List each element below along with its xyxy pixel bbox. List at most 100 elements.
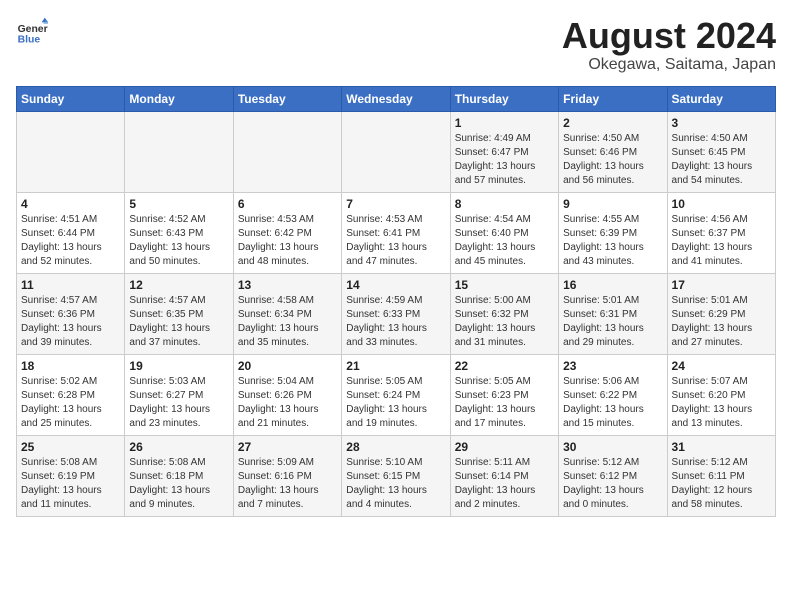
day-content: Sunrise: 5:03 AM Sunset: 6:27 PM Dayligh… — [129, 375, 228, 431]
day-content: Sunrise: 5:05 AM Sunset: 6:23 PM Dayligh… — [455, 375, 554, 431]
day-content: Sunrise: 5:05 AM Sunset: 6:24 PM Dayligh… — [346, 375, 445, 431]
day-content: Sunrise: 5:06 AM Sunset: 6:22 PM Dayligh… — [563, 375, 662, 431]
day-content: Sunrise: 4:55 AM Sunset: 6:39 PM Dayligh… — [563, 213, 662, 269]
calendar-cell: 3 Sunrise: 4:50 AM Sunset: 6:45 PM Daylig… — [667, 111, 775, 192]
day-number: 1 — [455, 116, 554, 130]
calendar-cell: 27 Sunrise: 5:09 AM Sunset: 6:16 PM Dayli… — [233, 435, 341, 516]
day-content: Sunrise: 5:08 AM Sunset: 6:18 PM Dayligh… — [129, 456, 228, 512]
location: Okegawa, Saitama, Japan — [562, 56, 776, 74]
day-content: Sunrise: 4:54 AM Sunset: 6:40 PM Dayligh… — [455, 213, 554, 269]
svg-text:General: General — [18, 24, 48, 35]
calendar-cell — [17, 111, 125, 192]
days-header-row: SundayMondayTuesdayWednesdayThursdayFrid… — [17, 86, 776, 111]
day-number: 12 — [129, 278, 228, 292]
day-number: 17 — [672, 278, 771, 292]
page-header: General Blue August 2024 Okegawa, Saitam… — [16, 16, 776, 74]
day-number: 23 — [563, 359, 662, 373]
day-content: Sunrise: 5:04 AM Sunset: 6:26 PM Dayligh… — [238, 375, 337, 431]
day-content: Sunrise: 4:53 AM Sunset: 6:41 PM Dayligh… — [346, 213, 445, 269]
day-number: 22 — [455, 359, 554, 373]
calendar-cell: 31Sunrise: 5:12 AM Sunset: 6:11 PM Dayli… — [667, 435, 775, 516]
day-number: 13 — [238, 278, 337, 292]
day-content: Sunrise: 5:09 AM Sunset: 6:16 PM Dayligh… — [238, 456, 337, 512]
day-number: 3 — [672, 116, 771, 130]
calendar-cell: 13 Sunrise: 4:58 AM Sunset: 6:34 PM Dayli… — [233, 273, 341, 354]
logo: General Blue — [16, 16, 48, 48]
day-content: Sunrise: 4:51 AM Sunset: 6:44 PM Dayligh… — [21, 213, 120, 269]
calendar-cell: 8 Sunrise: 4:54 AM Sunset: 6:40 PM Daylig… — [450, 192, 558, 273]
day-number: 9 — [563, 197, 662, 211]
calendar-cell: 21 Sunrise: 5:05 AM Sunset: 6:24 PM Dayli… — [342, 354, 450, 435]
day-number: 29 — [455, 440, 554, 454]
day-header-thursday: Thursday — [450, 86, 558, 111]
day-number: 26 — [129, 440, 228, 454]
day-content: Sunrise: 5:01 AM Sunset: 6:31 PM Dayligh… — [563, 294, 662, 350]
week-row-3: 11Sunrise: 4:57 AM Sunset: 6:36 PM Dayli… — [17, 273, 776, 354]
calendar-cell: 4Sunrise: 4:51 AM Sunset: 6:44 PM Daylig… — [17, 192, 125, 273]
calendar-cell: 20 Sunrise: 5:04 AM Sunset: 6:26 PM Dayli… — [233, 354, 341, 435]
day-header-saturday: Saturday — [667, 86, 775, 111]
svg-text:Blue: Blue — [18, 34, 41, 45]
calendar-cell: 6 Sunrise: 4:53 AM Sunset: 6:42 PM Daylig… — [233, 192, 341, 273]
calendar-cell: 30Sunrise: 5:12 AM Sunset: 6:12 PM Dayli… — [559, 435, 667, 516]
calendar-cell: 28Sunrise: 5:10 AM Sunset: 6:15 PM Dayli… — [342, 435, 450, 516]
day-number: 18 — [21, 359, 120, 373]
day-number: 6 — [238, 197, 337, 211]
day-number: 24 — [672, 359, 771, 373]
calendar-cell: 12 Sunrise: 4:57 AM Sunset: 6:35 PM Dayli… — [125, 273, 233, 354]
day-content: Sunrise: 5:11 AM Sunset: 6:14 PM Dayligh… — [455, 456, 554, 512]
day-number: 7 — [346, 197, 445, 211]
calendar-cell — [125, 111, 233, 192]
week-row-4: 18 Sunrise: 5:02 AM Sunset: 6:28 PM Dayli… — [17, 354, 776, 435]
day-number: 21 — [346, 359, 445, 373]
day-number: 16 — [563, 278, 662, 292]
day-content: Sunrise: 4:57 AM Sunset: 6:35 PM Dayligh… — [129, 294, 228, 350]
day-number: 30 — [563, 440, 662, 454]
calendar-cell — [342, 111, 450, 192]
calendar-cell: 24 Sunrise: 5:07 AM Sunset: 6:20 PM Dayli… — [667, 354, 775, 435]
day-header-sunday: Sunday — [17, 86, 125, 111]
week-row-5: 25 Sunrise: 5:08 AM Sunset: 6:19 PM Dayli… — [17, 435, 776, 516]
calendar-cell: 22 Sunrise: 5:05 AM Sunset: 6:23 PM Dayli… — [450, 354, 558, 435]
day-header-monday: Monday — [125, 86, 233, 111]
calendar-cell: 1 Sunrise: 4:49 AM Sunset: 6:47 PM Daylig… — [450, 111, 558, 192]
calendar-cell: 23 Sunrise: 5:06 AM Sunset: 6:22 PM Dayli… — [559, 354, 667, 435]
calendar-cell: 19Sunrise: 5:03 AM Sunset: 6:27 PM Dayli… — [125, 354, 233, 435]
calendar-cell: 17 Sunrise: 5:01 AM Sunset: 6:29 PM Dayli… — [667, 273, 775, 354]
day-content: Sunrise: 5:02 AM Sunset: 6:28 PM Dayligh… — [21, 375, 120, 431]
day-content: Sunrise: 4:50 AM Sunset: 6:45 PM Dayligh… — [672, 132, 771, 188]
calendar-cell: 14Sunrise: 4:59 AM Sunset: 6:33 PM Dayli… — [342, 273, 450, 354]
calendar-cell — [233, 111, 341, 192]
day-content: Sunrise: 4:49 AM Sunset: 6:47 PM Dayligh… — [455, 132, 554, 188]
day-number: 8 — [455, 197, 554, 211]
day-content: Sunrise: 4:59 AM Sunset: 6:33 PM Dayligh… — [346, 294, 445, 350]
day-number: 25 — [21, 440, 120, 454]
day-number: 20 — [238, 359, 337, 373]
day-number: 27 — [238, 440, 337, 454]
day-content: Sunrise: 5:00 AM Sunset: 6:32 PM Dayligh… — [455, 294, 554, 350]
day-number: 2 — [563, 116, 662, 130]
calendar-cell: 10 Sunrise: 4:56 AM Sunset: 6:37 PM Dayli… — [667, 192, 775, 273]
day-content: Sunrise: 4:50 AM Sunset: 6:46 PM Dayligh… — [563, 132, 662, 188]
day-content: Sunrise: 5:01 AM Sunset: 6:29 PM Dayligh… — [672, 294, 771, 350]
calendar-cell: 9 Sunrise: 4:55 AM Sunset: 6:39 PM Daylig… — [559, 192, 667, 273]
day-content: Sunrise: 4:53 AM Sunset: 6:42 PM Dayligh… — [238, 213, 337, 269]
day-number: 10 — [672, 197, 771, 211]
title-block: August 2024 Okegawa, Saitama, Japan — [562, 16, 776, 74]
day-number: 5 — [129, 197, 228, 211]
calendar-table: SundayMondayTuesdayWednesdayThursdayFrid… — [16, 86, 776, 517]
calendar-cell: 15Sunrise: 5:00 AM Sunset: 6:32 PM Dayli… — [450, 273, 558, 354]
calendar-cell: 18 Sunrise: 5:02 AM Sunset: 6:28 PM Dayli… — [17, 354, 125, 435]
day-header-friday: Friday — [559, 86, 667, 111]
calendar-cell: 2 Sunrise: 4:50 AM Sunset: 6:46 PM Daylig… — [559, 111, 667, 192]
calendar-cell: 25 Sunrise: 5:08 AM Sunset: 6:19 PM Dayli… — [17, 435, 125, 516]
day-content: Sunrise: 5:08 AM Sunset: 6:19 PM Dayligh… — [21, 456, 120, 512]
week-row-1: 1 Sunrise: 4:49 AM Sunset: 6:47 PM Daylig… — [17, 111, 776, 192]
calendar-cell: 7 Sunrise: 4:53 AM Sunset: 6:41 PM Daylig… — [342, 192, 450, 273]
calendar-cell: 5Sunrise: 4:52 AM Sunset: 6:43 PM Daylig… — [125, 192, 233, 273]
day-content: Sunrise: 4:58 AM Sunset: 6:34 PM Dayligh… — [238, 294, 337, 350]
day-content: Sunrise: 4:56 AM Sunset: 6:37 PM Dayligh… — [672, 213, 771, 269]
day-content: Sunrise: 5:07 AM Sunset: 6:20 PM Dayligh… — [672, 375, 771, 431]
day-header-wednesday: Wednesday — [342, 86, 450, 111]
calendar-cell: 29 Sunrise: 5:11 AM Sunset: 6:14 PM Dayli… — [450, 435, 558, 516]
